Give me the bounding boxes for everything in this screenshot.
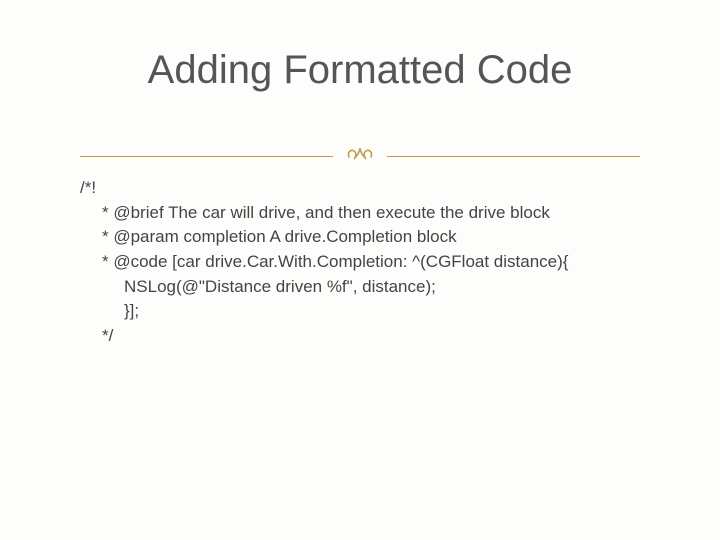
divider-line-left bbox=[80, 156, 333, 157]
code-line: }]; bbox=[80, 299, 640, 324]
code-line: * @code [car drive.Car.With.Completion: … bbox=[80, 250, 640, 275]
code-line: NSLog(@"Distance driven %f", distance); bbox=[80, 275, 640, 300]
slide-title: Adding Formatted Code bbox=[0, 48, 720, 93]
slide: Adding Formatted Code /*! * @brief The c… bbox=[0, 0, 720, 540]
divider-line-right bbox=[387, 156, 640, 157]
code-line: * @param completion A drive.Completion b… bbox=[80, 225, 640, 250]
code-line: /*! bbox=[80, 176, 640, 201]
code-line: */ bbox=[80, 324, 640, 349]
code-block: /*! * @brief The car will drive, and the… bbox=[80, 176, 640, 348]
decorative-divider bbox=[80, 142, 640, 171]
code-line: * @brief The car will drive, and then ex… bbox=[80, 201, 640, 226]
flourish-icon bbox=[333, 144, 387, 173]
